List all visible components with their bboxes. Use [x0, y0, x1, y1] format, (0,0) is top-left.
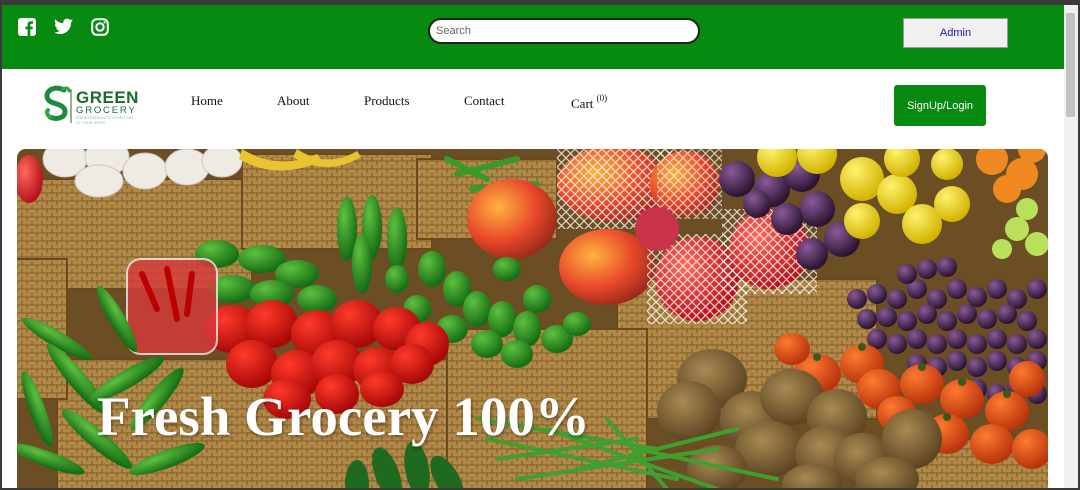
nav-link-cart[interactable]: Cart (0) [571, 93, 608, 112]
nav-link-home[interactable]: Home [191, 93, 223, 109]
cart-count-badge: (0) [596, 93, 608, 103]
instagram-icon[interactable] [91, 18, 109, 36]
nav-link-products[interactable]: Products [364, 93, 410, 109]
main-navbar: GREEN GROCERY FRESH PRODUCTS EVERY DAY A… [2, 69, 1064, 149]
signup-login-button[interactable]: SignUp/Login [894, 85, 986, 126]
logo[interactable]: GREEN GROCERY FRESH PRODUCTS EVERY DAY A… [42, 85, 138, 132]
admin-button[interactable]: Admin [903, 18, 1008, 48]
scrollbar-thumb[interactable] [1066, 13, 1075, 117]
cart-label: Cart [571, 96, 594, 111]
nav-link-about[interactable]: About [277, 93, 310, 109]
logo-word: GREEN [76, 88, 139, 107]
facebook-icon[interactable] [18, 18, 36, 36]
twitter-icon[interactable] [54, 18, 73, 35]
browser-viewport: Admin GREEN GROCERY FRESH PRODUCTS EVERY… [2, 5, 1078, 488]
logo-mark-icon [44, 85, 72, 123]
search-input[interactable] [428, 18, 700, 44]
logo-subword: GROCERY [76, 105, 137, 116]
logo-tagline: FRESH PRODUCTS EVERY DAY AT YOUR DOOR [76, 116, 134, 125]
nav-link-contact[interactable]: Contact [464, 93, 504, 109]
hero-title: Fresh Grocery 100% [97, 386, 590, 447]
hero-banner: Fresh Grocery 100% [17, 149, 1048, 488]
top-bar: Admin [2, 5, 1064, 69]
